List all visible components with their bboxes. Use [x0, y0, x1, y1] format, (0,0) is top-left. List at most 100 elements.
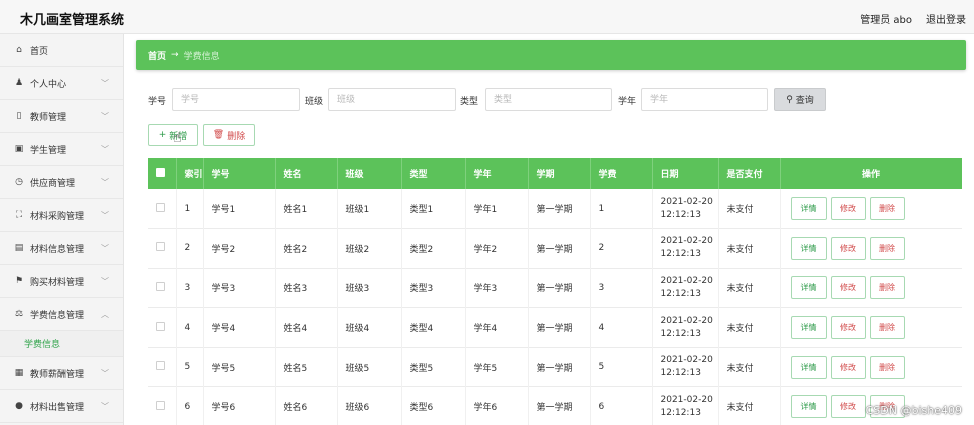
- column-header[interactable]: 姓名: [275, 158, 338, 189]
- student-no-label: 学号: [148, 97, 167, 107]
- sidebar-item[interactable]: ♟ 个人中心 ﹀: [0, 67, 123, 100]
- cell-ops: 详情 修改 删除: [780, 189, 962, 229]
- year-input[interactable]: [641, 88, 768, 111]
- date-part: 2021-02-20: [660, 236, 713, 247]
- breadcrumb-home[interactable]: 首页: [148, 49, 166, 62]
- column-header[interactable]: 类型: [401, 158, 466, 189]
- breadcrumb-arrow: →: [171, 50, 179, 60]
- row-checkbox[interactable]: [156, 202, 165, 212]
- table-row[interactable]: 3 学号3 姓名3 班级3 类型3 学年3 第一学期 3 2021-02-20 12:12:13 未…: [148, 268, 962, 308]
- table-row[interactable]: 4 学号4 姓名4 班级4 类型4 学年4 第一学期 4 2021-02-20 12:12:13 未…: [148, 307, 962, 348]
- query-button[interactable]: ⚲ 查询: [774, 88, 826, 111]
- cell-date: 2021-02-20 12:12:13: [652, 347, 719, 387]
- sidebar-item[interactable]: ◷ 供应商管理 ﹀: [0, 166, 123, 199]
- sidebar-item[interactable]: ⚑ 购买材料管理 ﹀: [0, 265, 123, 298]
- type-input[interactable]: [485, 88, 612, 111]
- class-input[interactable]: [328, 88, 456, 111]
- row-checkbox-cell[interactable]: [148, 268, 177, 308]
- row-checkbox[interactable]: [156, 361, 165, 371]
- cell-no: 学号2: [203, 228, 276, 269]
- row-checkbox[interactable]: [156, 242, 165, 252]
- detail-button[interactable]: 详情: [790, 355, 827, 379]
- buy-material-icon: ⚑: [14, 276, 24, 286]
- cell-idx: 1: [176, 189, 204, 229]
- student-no-input[interactable]: [172, 88, 300, 111]
- sidebar-item[interactable]: ⚖ 学费信息管理 ︿: [0, 298, 123, 331]
- teacher-icon: ▯: [16, 111, 22, 121]
- row-checkbox-cell[interactable]: [148, 228, 177, 269]
- sidebar-subitem-active[interactable]: 学费信息: [0, 331, 123, 357]
- row-checkbox-cell[interactable]: [148, 347, 177, 387]
- cell-paid: 未支付: [718, 307, 781, 348]
- sidebar-item[interactable]: ▦ 教师薪酬管理 ﹀: [0, 357, 123, 390]
- sidebar-item[interactable]: ⌂ 首页: [0, 34, 123, 67]
- column-header[interactable]: 班级: [337, 158, 402, 189]
- sidebar-item[interactable]: ● 材料出售管理 ﹀: [0, 390, 123, 423]
- sidebar-item[interactable]: ▣ 学生管理 ﹀: [0, 133, 123, 166]
- row-delete-button[interactable]: 删除: [869, 355, 905, 379]
- main-content: 首页 → 学费信息 学号 班级 类型 学年 ⚲ 查询 + 新增 🗑 删除: [124, 34, 974, 425]
- row-checkbox[interactable]: [156, 281, 165, 291]
- cell-term: 第一学期: [528, 386, 591, 425]
- column-header[interactable]: 学费: [590, 158, 653, 189]
- cell-date: 2021-02-20 12:12:13: [652, 386, 719, 425]
- date-part: 2021-02-20: [660, 355, 713, 366]
- sidebar-item[interactable]: ▯ 教师管理 ﹀: [0, 100, 123, 133]
- table-row[interactable]: 2 学号2 姓名2 班级2 类型2 学年2 第一学期 2 2021-02-20 12:12:13 未…: [148, 228, 962, 269]
- detail-button[interactable]: 详情: [790, 197, 827, 221]
- column-header[interactable]: 日期: [652, 158, 719, 189]
- column-header[interactable]: 学号: [203, 158, 276, 189]
- edit-button[interactable]: 修改: [830, 316, 866, 340]
- column-header[interactable]: 学年: [465, 158, 529, 189]
- cell-type: 类型5: [401, 347, 466, 387]
- detail-button[interactable]: 详情: [790, 316, 827, 340]
- detail-button[interactable]: 详情: [790, 276, 827, 300]
- cell-year: 学年2: [465, 228, 529, 269]
- detail-button[interactable]: 详情: [790, 236, 827, 260]
- column-header[interactable]: 索引: [176, 158, 204, 189]
- chevron-icon: ﹀: [101, 145, 109, 154]
- sidebar-item[interactable]: ⛶ 材料采购管理 ﹀: [0, 199, 123, 232]
- select-all-cell[interactable]: [148, 158, 177, 189]
- row-checkbox-cell[interactable]: [148, 189, 177, 229]
- row-delete-button[interactable]: 删除: [869, 197, 905, 221]
- edit-button[interactable]: 修改: [830, 395, 866, 419]
- cell-cls: 班级5: [337, 347, 402, 387]
- row-checkbox-cell[interactable]: [148, 307, 177, 348]
- row-checkbox-cell[interactable]: [148, 386, 177, 425]
- row-delete-button[interactable]: 删除: [869, 276, 905, 300]
- cell-type: 类型6: [401, 386, 466, 425]
- column-header[interactable]: 是否支付: [718, 158, 781, 189]
- fee-table-container: 索引 学号 姓名 班级 类型 学年 学期 学费 日期 是否支付 操作 1 学号1 姓…: [148, 158, 962, 425]
- sidebar-item-label: 首页: [30, 46, 49, 57]
- watermark: CSDN @bishe409: [865, 404, 962, 417]
- column-header: 操作: [780, 158, 962, 189]
- sidebar-item[interactable]: ▤ 材料信息管理 ﹀: [0, 232, 123, 265]
- table-row[interactable]: 6 学号6 姓名6 班级6 类型6 学年6 第一学期 6 2021-02-20 12:12:13 未…: [148, 386, 962, 425]
- cell-term: 第一学期: [528, 189, 591, 229]
- edit-button[interactable]: 修改: [830, 355, 866, 379]
- row-delete-button[interactable]: 删除: [869, 236, 905, 260]
- table-row[interactable]: 5 学号5 姓名5 班级5 类型5 学年5 第一学期 5 2021-02-20 12:12:13 未…: [148, 347, 962, 387]
- cell-year: 学年1: [465, 189, 529, 229]
- row-delete-button[interactable]: 删除: [869, 316, 905, 340]
- cell-fee: 4: [590, 307, 653, 348]
- detail-button[interactable]: 详情: [790, 395, 827, 419]
- time-part: 12:12:13: [660, 249, 701, 260]
- row-checkbox[interactable]: [156, 321, 165, 331]
- edit-button[interactable]: 修改: [830, 197, 866, 221]
- edit-button[interactable]: 修改: [830, 236, 866, 260]
- table-row[interactable]: 1 学号1 姓名1 班级1 类型1 学年1 第一学期 1 2021-02-20 12:12:13 未…: [148, 189, 962, 229]
- logout-link[interactable]: 退出登录: [926, 11, 966, 26]
- cell-name: 姓名6: [275, 386, 338, 425]
- chevron-icon: ﹀: [101, 79, 109, 88]
- cell-cls: 班级6: [337, 386, 402, 425]
- home-icon: ⌂: [16, 45, 22, 55]
- batch-delete-button[interactable]: 🗑 删除: [203, 124, 255, 146]
- row-checkbox[interactable]: [156, 400, 165, 410]
- cell-name: 姓名5: [275, 347, 338, 387]
- column-header[interactable]: 学期: [528, 158, 591, 189]
- select-all-checkbox[interactable]: [156, 167, 165, 177]
- edit-button[interactable]: 修改: [830, 276, 866, 300]
- sidebar-item-label: 材料出售管理: [30, 402, 85, 413]
